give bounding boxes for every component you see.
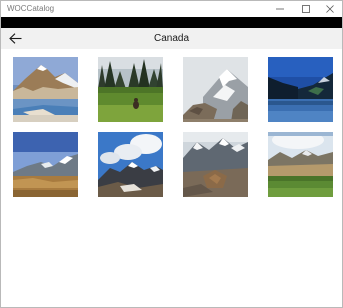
blue-lake-valley-photo — [268, 57, 333, 122]
alpine-ridge-photo — [13, 132, 78, 197]
photo-tile-blue-lake-valley[interactable] — [268, 57, 333, 122]
maximize-button[interactable] — [293, 1, 319, 17]
photo-tile-snowy-peak[interactable] — [183, 57, 248, 122]
photo-tile-green-valley[interactable] — [268, 132, 333, 197]
photo-tile-alpine-ridge[interactable] — [13, 132, 78, 197]
title-bar: WOCCatalog — [1, 1, 342, 17]
minimize-button[interactable] — [267, 1, 293, 17]
close-button[interactable] — [317, 1, 343, 17]
app-title: WOCCatalog — [7, 4, 55, 13]
page-title: Canada — [153, 33, 190, 44]
maximize-icon — [302, 5, 310, 13]
clouds-mountains-photo — [98, 132, 163, 197]
close-icon — [326, 5, 334, 13]
photo-tile-forest-meadow[interactable] — [98, 57, 163, 122]
photo-grid — [1, 49, 342, 307]
app-window: WOCCatalog Canada — [0, 0, 343, 308]
forest-meadow-photo — [98, 57, 163, 122]
snowy-peak-photo — [183, 57, 248, 122]
photo-tile-clouds-mountains[interactable] — [98, 132, 163, 197]
title-strip — [1, 17, 342, 28]
minimize-icon — [276, 8, 284, 10]
mountain-lake-photo — [13, 57, 78, 122]
green-valley-photo — [268, 132, 333, 197]
photo-tile-mountain-lake[interactable] — [13, 57, 78, 122]
back-arrow-icon — [8, 33, 21, 44]
photo-tile-rocky-summit[interactable] — [183, 132, 248, 197]
navigation-bar: Canada — [1, 28, 342, 49]
back-button[interactable] — [4, 28, 26, 49]
rocky-summit-photo — [183, 132, 248, 197]
